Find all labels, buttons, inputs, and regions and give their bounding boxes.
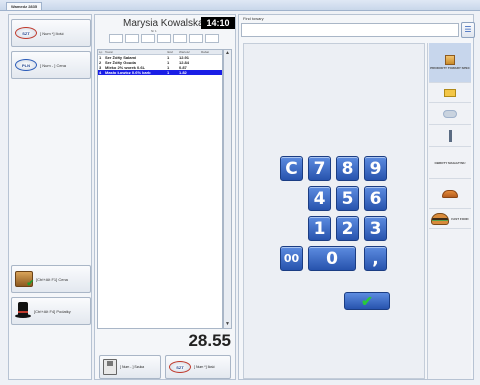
category-warehouse[interactable]: OBROTY MAGAZYNU [429,147,471,179]
category-label: FAST FOOD [451,217,469,221]
info-box [189,34,203,43]
clock: 14:10 [201,17,235,29]
category-fast-food[interactable]: FAST FOOD [429,209,471,229]
window-tab[interactable]: Wamedz 2835 [6,2,43,10]
column-header: Rabat [201,50,210,54]
key-8[interactable]: 8 [336,156,359,181]
key-5[interactable]: 5 [336,186,359,211]
save-button-label: [ Num - ] Szuka [120,365,145,369]
category-label: OBROTY MAGAZYNU [434,161,466,165]
keyboard-button[interactable]: ☰ [461,22,475,38]
key-3[interactable]: 3 [364,216,387,241]
info-box [125,34,139,43]
row-discount [200,70,220,75]
tax-button[interactable]: [Ctrl+Alt F4] Podatky [11,297,91,325]
category-sidebar: PRODUKTY TOWARY SPEC OBROTY MAGAZYNU FAS… [427,43,471,379]
key-4[interactable]: 4 [308,186,331,211]
price-button-label: [ Num - ] Cena [40,62,67,68]
title-bar: Wamedz 2835 [0,0,480,11]
info-box [141,34,155,43]
key-1[interactable]: 1 [308,216,331,241]
row-name: Masło Łowicz 0.6% karb [105,70,151,75]
tool-icon [448,129,452,142]
quantity-button[interactable]: SZT [ Num *] Ilość [11,19,91,47]
function-panel: SZT [ Num *] Ilość PLN [ Num - ] Cena ✔ … [8,14,92,380]
column-header: Towar [105,50,114,54]
key-6[interactable]: 6 [364,186,387,211]
quantity-bottom-label: [ Num *] Ilość [194,365,215,369]
find-label: Find towary [243,16,264,21]
szt-icon: SZT [169,361,191,373]
cloud-icon [443,109,457,118]
folder-icon [444,88,456,97]
key-0[interactable]: 0 [308,246,356,271]
table-row-selected[interactable]: 4 Masło Łowicz 0.6% karb 1 1.82 [98,70,222,75]
info-box [173,34,187,43]
info-boxes [109,34,219,43]
cards-icon [445,55,455,65]
total-amount: 28.55 [188,331,231,350]
pln-icon: PLN [15,59,37,71]
category-tools[interactable] [429,125,471,147]
key-9[interactable]: 9 [364,156,387,181]
category-bread[interactable] [429,179,471,209]
burger-icon [431,212,450,225]
save-button[interactable]: [ Num - ] Szuka [99,355,161,379]
numpad: C 7 8 9 4 5 6 1 2 3 00 0 , ✔ [243,43,425,379]
quantity-button-label: [ Num *] Ilość [40,30,64,36]
category-products[interactable]: PRODUKTY TOWARY SPEC [429,43,471,83]
cashier-name: Marysia Kowalska [123,18,204,29]
payment-button[interactable]: ✔ [Ctrl+Alt F1] Cena [11,265,91,293]
price-button[interactable]: PLN [ Num - ] Cena [11,51,91,79]
find-input[interactable] [241,23,459,37]
bread-icon [442,189,458,198]
box-check-icon: ✔ [15,271,34,288]
szt-icon: SZT [15,27,37,39]
hat-icon [15,302,31,320]
receipt-panel: Marysia Kowalska 14:10 Nr 1 Lp Towar Ilo… [94,14,236,380]
column-header: Ilość [167,50,174,54]
receipt-table[interactable]: Lp Towar Ilość Wartość Rabat 1 Ser Żółty… [97,49,223,329]
key-2[interactable]: 2 [336,216,359,241]
info-box [157,34,171,43]
category-cloud[interactable] [429,103,471,125]
list-icon: ☰ [464,25,472,34]
info-box [205,34,219,43]
key-00[interactable]: 00 [280,246,303,271]
info-box [109,34,123,43]
quantity-bottom-button[interactable]: SZT [ Num *] Ilość [165,355,231,379]
row-qty: 1 [167,70,170,75]
input-panel: Find towary ☰ C 7 8 9 4 5 6 1 2 3 00 0 ,… [238,14,475,380]
key-clear[interactable]: C [280,156,303,181]
receipt-scrollbar[interactable]: ▲ ▼ [223,49,232,329]
register-label: Nr 1 [151,29,157,33]
category-label: PRODUKTY TOWARY SPEC [430,66,470,70]
key-comma[interactable]: , [364,246,387,271]
enter-button[interactable]: ✔ [344,292,390,310]
check-icon: ✔ [361,293,373,309]
scroll-up-icon[interactable]: ▲ [224,50,231,57]
column-header: Wartość [179,50,190,54]
scroll-down-icon[interactable]: ▼ [224,321,231,328]
key-7[interactable]: 7 [308,156,331,181]
payment-button-label: [Ctrl+Alt F1] Cena [36,276,68,282]
tax-button-label: [Ctrl+Alt F4] Podatky [34,308,71,314]
floppy-icon [103,359,117,375]
category-folder[interactable] [429,83,471,103]
row-value: 1.82 [179,70,187,75]
